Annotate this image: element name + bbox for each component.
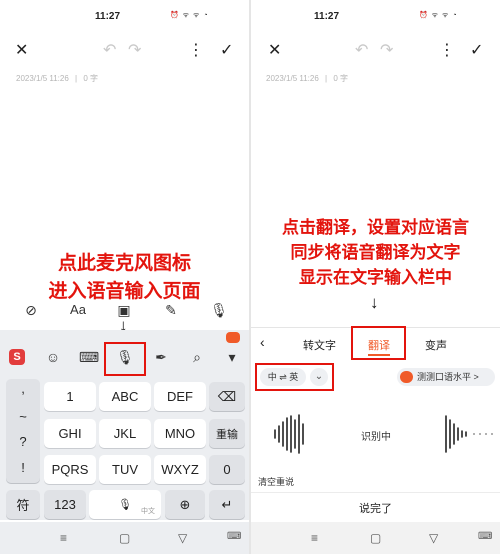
enter-key[interactable]: ↵ [209, 490, 245, 519]
right-caption-line2: 同步将语音翻译为文字 [290, 243, 461, 262]
key-def[interactable]: DEF [154, 382, 206, 411]
key-pqrs[interactable]: PQRS [44, 455, 96, 484]
close-icon[interactable]: ✕ [15, 43, 28, 59]
undo-icon[interactable]: ↶ [355, 43, 368, 59]
note-meta: 2023/1/5 11:26 | 0 字 [16, 73, 98, 84]
punct-exclaim[interactable]: ! [6, 460, 40, 475]
close-icon[interactable]: ✕ [268, 43, 281, 59]
handwriting-icon[interactable]: ✒ [150, 349, 172, 366]
voice-back-icon[interactable]: ‹ [260, 334, 265, 350]
redo-icon[interactable]: ↷ [380, 43, 393, 59]
nav-keyboard-icon[interactable]: ⌨ [478, 531, 492, 542]
space-mic-icon: 🎙 [118, 499, 132, 511]
waveform-right [445, 415, 493, 453]
nav-home-icon[interactable]: ▢ [119, 531, 130, 545]
status-icons: ⏰ ᯤ ᯤ ◔ [419, 12, 458, 19]
key-ghi[interactable]: GHI [44, 419, 96, 448]
nav-menu-icon[interactable]: ≡ [311, 531, 318, 545]
backspace-key[interactable]: ⌫ [209, 382, 245, 411]
search-icon[interactable]: ⌕ [186, 349, 208, 366]
keyboard-layout-icon[interactable]: ⌨ [78, 349, 100, 366]
note-date: 2023/1/5 11:26 [16, 74, 69, 83]
confirm-check-icon[interactable]: ✓ [470, 43, 483, 59]
retype-key[interactable]: 重输 [209, 419, 245, 448]
note-meta: 2023/1/5 11:26 | 0 字 [266, 73, 348, 84]
meta-separator: | [325, 74, 328, 83]
space-voice-key[interactable]: 🎙 中文 [89, 490, 161, 519]
punct-comma[interactable]: , [6, 381, 40, 396]
note-date: 2023/1/5 11:26 [266, 74, 319, 83]
done-button[interactable]: 说完了 [251, 500, 500, 516]
nav-keyboard-icon[interactable]: ⌨ [227, 531, 241, 542]
status-time: 11:27 [314, 11, 340, 22]
clear-redo-button[interactable]: 清空重说 [258, 475, 294, 488]
nav-menu-icon[interactable]: ≡ [60, 531, 67, 545]
word-count: 0 字 [333, 74, 349, 83]
key-jkl[interactable]: JKL [99, 419, 151, 448]
key-abc[interactable]: ABC [99, 382, 151, 411]
language-pair-selector[interactable]: 中 ⇌ 英 [260, 368, 306, 386]
punct-question[interactable]: ? [6, 434, 40, 449]
toolbar-mic-icon[interactable]: 🎙 [208, 302, 230, 319]
pen-icon[interactable]: ✎ [160, 302, 182, 319]
nav-back-icon[interactable]: ▽ [178, 531, 187, 545]
test-speaking-label: 测测口语水平 > [417, 372, 479, 382]
nav-back-icon[interactable]: ▽ [429, 531, 438, 545]
active-tab-underline [368, 354, 390, 356]
status-time: 11:27 [95, 11, 121, 22]
left-caption-line1: 点此麦克风图标 [57, 253, 191, 274]
keyboard-logo-badge [226, 332, 240, 343]
punct-tilde[interactable]: ~ [6, 409, 40, 424]
left-caption: 点此麦克风图标 进入语音输入页面 [0, 250, 249, 306]
tab-voice-change[interactable]: 变声 [425, 337, 447, 353]
right-caption-line1: 点击翻译，设置对应语言 [282, 218, 469, 237]
collapse-keyboard-icon[interactable]: ▾ [221, 349, 243, 366]
nav-home-icon[interactable]: ▢ [370, 531, 381, 545]
key-1[interactable]: 1 [44, 382, 96, 411]
globe-icon[interactable]: ⊕ [165, 490, 205, 519]
left-screen: 11:27 ⏰ ᯤ ᯤ ◔ ✕ ↶ ↷ ⋮ ✓ 2023/1/5 11:26 |… [0, 0, 249, 554]
right-caption-line3: 显示在文字输入栏中 [299, 268, 452, 287]
key-0[interactable]: 0 [209, 455, 245, 484]
tab-transcribe[interactable]: 转文字 [303, 337, 336, 353]
text-format-button[interactable]: Aa [67, 302, 89, 317]
status-icons: ⏰ ᯤ ᯤ ◔ [170, 12, 209, 19]
right-screen: 11:27 ⏰ ᯤ ᯤ ◔ ✕ ↶ ↷ ⋮ ✓ 2023/1/5 11:26 |… [251, 0, 500, 554]
tab-translate[interactable]: 翻译 [368, 337, 390, 353]
right-arrow-indicator: ↓ [370, 293, 379, 312]
recognizing-status: 识别中 [361, 432, 391, 443]
confirm-check-icon[interactable]: ✓ [220, 43, 233, 59]
waveform-left [274, 414, 304, 454]
sogou-logo-icon[interactable]: S [9, 349, 25, 365]
language-dropdown-icon[interactable]: ⌄ [310, 368, 328, 386]
space-sub-label: 中文 [141, 508, 155, 515]
number-key[interactable]: 123 [44, 490, 86, 519]
more-icon[interactable]: ⋮ [439, 43, 455, 59]
redo-icon[interactable]: ↷ [128, 43, 141, 59]
mascot-icon [400, 371, 413, 383]
more-icon[interactable]: ⋮ [188, 43, 204, 59]
meta-separator: | [75, 74, 78, 83]
word-count: 0 字 [83, 74, 99, 83]
checklist-icon[interactable]: ⊘ [20, 302, 42, 319]
key-wxyz[interactable]: WXYZ [154, 455, 206, 484]
mic-highlight-box [104, 342, 146, 376]
key-mno[interactable]: MNO [154, 419, 206, 448]
key-tuv[interactable]: TUV [99, 455, 151, 484]
symbol-key[interactable]: 符 [6, 490, 40, 519]
undo-icon[interactable]: ↶ [103, 43, 116, 59]
done-divider [251, 492, 500, 493]
emoji-icon[interactable]: ☺ [42, 349, 64, 365]
right-caption: 点击翻译，设置对应语言 同步将语音翻译为文字 显示在文字输入栏中 [251, 215, 500, 290]
